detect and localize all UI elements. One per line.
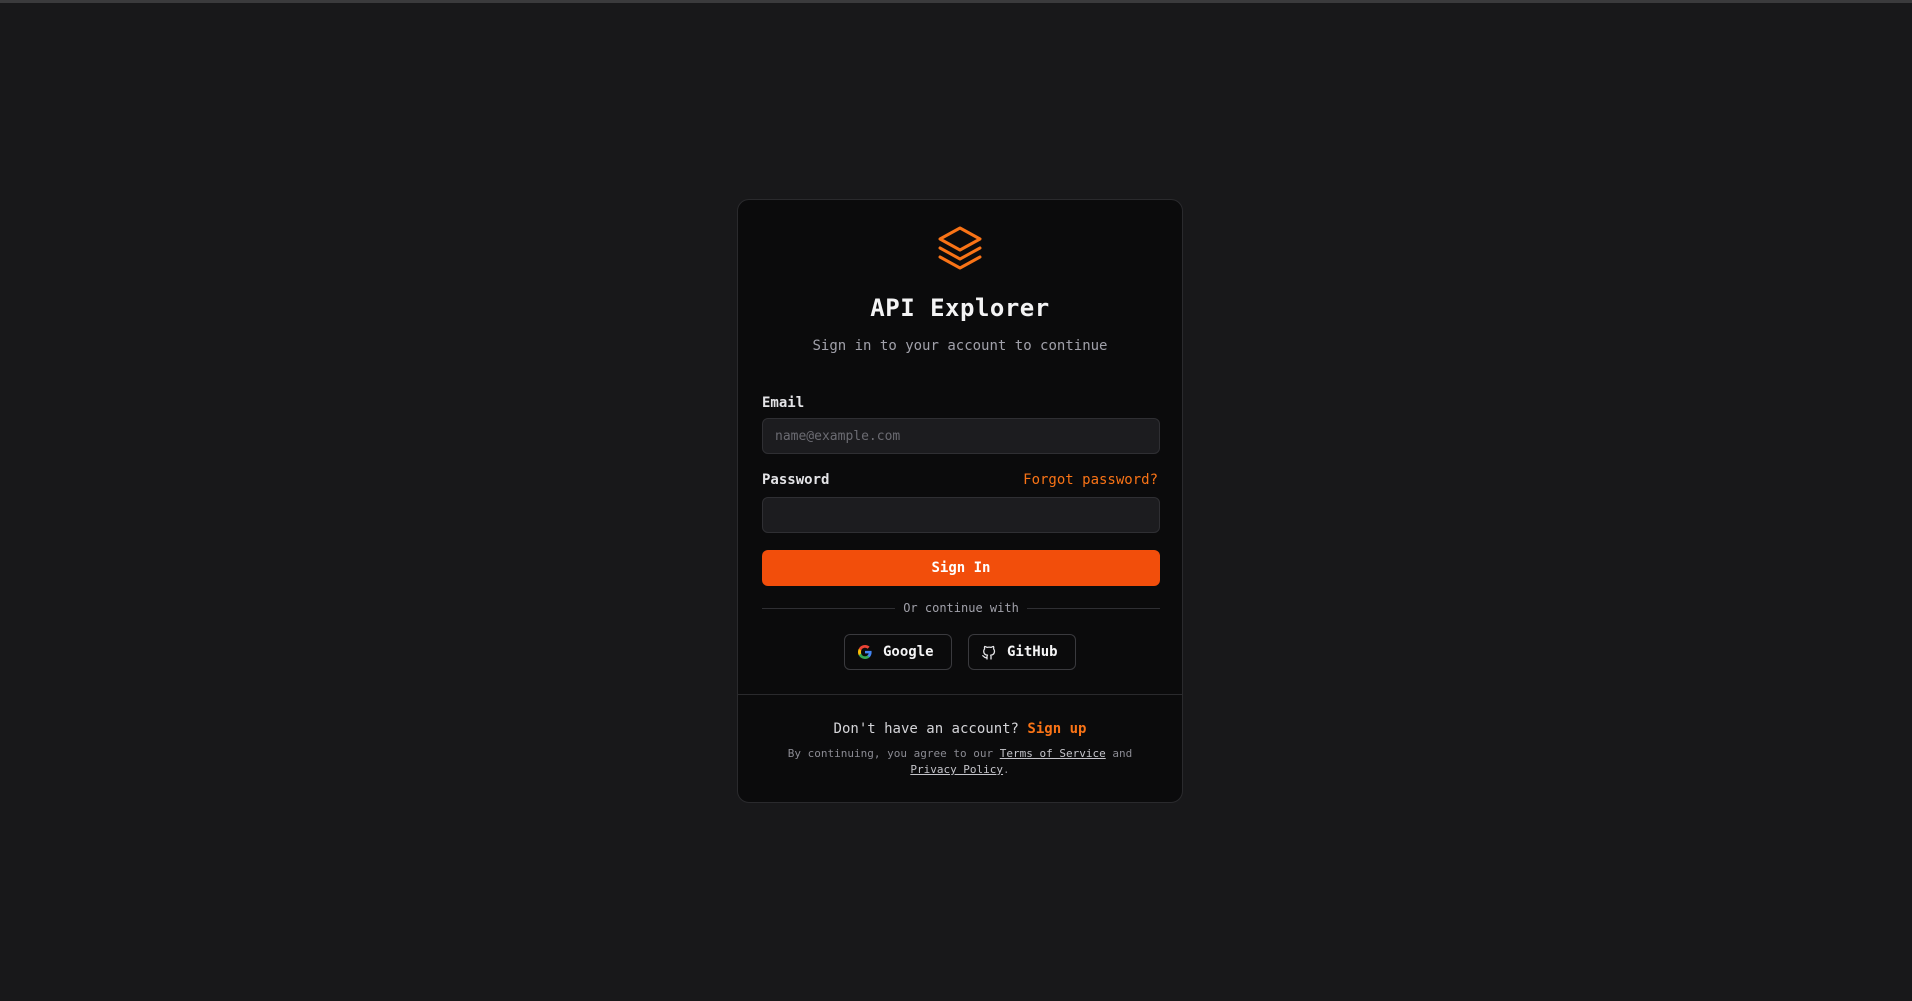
google-icon	[858, 645, 872, 659]
sign-in-button[interactable]: Sign In	[762, 550, 1160, 586]
divider-text: Or continue with	[903, 601, 1019, 615]
privacy-policy-link[interactable]: Privacy Policy	[910, 763, 1003, 776]
window-top-border	[0, 0, 1912, 3]
legal-and: and	[1112, 747, 1133, 760]
google-button[interactable]: Google	[844, 634, 952, 670]
divider-line-right	[1026, 607, 1160, 609]
signup-prompt: Don't have an account? Sign up	[738, 721, 1182, 737]
sign-up-link[interactable]: Sign up	[1027, 721, 1086, 737]
password-field[interactable]	[762, 497, 1160, 533]
google-button-label: Google	[883, 644, 934, 660]
page-subtitle: Sign in to your account to continue	[812, 338, 1108, 354]
login-card: API Explorer Sign in to your account to …	[737, 199, 1183, 803]
email-label: Email	[762, 395, 805, 411]
divider: Or continue with	[762, 601, 1160, 615]
legal-suffix: .	[1003, 763, 1010, 776]
legal-prefix: By continuing, you agree to our	[787, 747, 994, 760]
github-button[interactable]: GitHub	[968, 634, 1076, 670]
github-button-label: GitHub	[1007, 644, 1058, 660]
divider-line-left	[762, 607, 896, 609]
terms-of-service-link[interactable]: Terms of Service	[1000, 747, 1106, 760]
page-title: API Explorer	[870, 294, 1050, 322]
signup-question: Don't have an account?	[833, 721, 1019, 737]
layers-icon	[938, 226, 982, 270]
email-field[interactable]	[762, 418, 1160, 454]
github-icon	[982, 645, 996, 660]
legal-notice: By continuing, you agree to our Terms of…	[762, 746, 1158, 778]
footer-divider	[738, 694, 1182, 695]
forgot-password-link[interactable]: Forgot password?	[1023, 472, 1158, 488]
password-label: Password	[762, 472, 830, 488]
